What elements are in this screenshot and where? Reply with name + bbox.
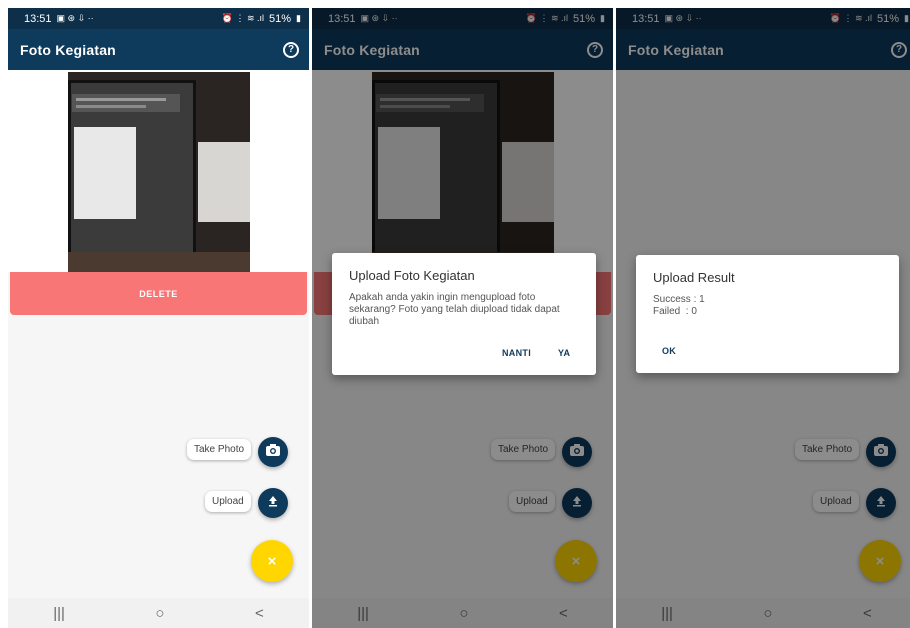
android-nav-bar: ||| ○ < bbox=[8, 598, 309, 628]
camera-icon bbox=[266, 443, 280, 461]
upload-icon bbox=[267, 494, 279, 512]
recent-apps-icon[interactable]: ||| bbox=[53, 605, 65, 622]
back-icon[interactable]: < bbox=[255, 605, 264, 622]
upload-fab-button[interactable] bbox=[258, 488, 288, 518]
home-icon[interactable]: ○ bbox=[155, 605, 164, 622]
content-area: DELETE Take Photo Upload × bbox=[8, 70, 309, 598]
app-bar: Foto Kegiatan ? bbox=[8, 29, 309, 70]
signal-icons: ⏰ ⋮ ≋ .ıl bbox=[221, 13, 265, 23]
close-fab-button[interactable]: × bbox=[251, 540, 293, 582]
success-count: Success : 1 bbox=[653, 294, 705, 305]
page-title: Foto Kegiatan bbox=[20, 41, 116, 58]
phone-screen-2: 13:51 ▣ ⊛ ⇩ ·· ⏰ ⋮ ≋ .ıl 51% ▮ Foto Kegi… bbox=[312, 8, 613, 628]
camera-fab-button[interactable] bbox=[258, 437, 288, 467]
notification-icons: ▣ ⊛ ⇩ ·· bbox=[56, 13, 94, 23]
delete-button[interactable]: DELETE bbox=[10, 272, 307, 315]
failed-count: Failed : 0 bbox=[653, 306, 697, 317]
phone-screen-3: 13:51 ▣ ⊛ ⇩ ·· ⏰ ⋮ ≋ .ıl 51% ▮ Foto Kegi… bbox=[616, 8, 910, 628]
confirm-button[interactable]: YA bbox=[558, 348, 570, 358]
upload-label[interactable]: Upload bbox=[205, 491, 251, 512]
battery-level: 51% bbox=[269, 12, 292, 25]
photo-area bbox=[8, 70, 309, 272]
activity-photo[interactable] bbox=[68, 72, 250, 272]
dialog-title: Upload Foto Kegiatan bbox=[349, 268, 475, 283]
dialog-title: Upload Result bbox=[653, 270, 735, 285]
help-icon[interactable]: ? bbox=[283, 41, 299, 58]
battery-icon: ▮ bbox=[296, 13, 301, 23]
phone-screen-1: 13:51 ▣ ⊛ ⇩ ·· ⏰ ⋮ ≋ .ıl 51% ▮ Foto Kegi… bbox=[8, 8, 309, 628]
cancel-button[interactable]: NANTI bbox=[502, 348, 531, 358]
status-time: 13:51 bbox=[24, 12, 52, 25]
take-photo-label[interactable]: Take Photo bbox=[187, 439, 252, 460]
dialog-message: Apakah anda yakin ingin mengupload foto … bbox=[349, 292, 560, 327]
ok-button[interactable]: OK bbox=[662, 346, 676, 356]
upload-result-dialog: Upload Result Success : 1 Failed : 0 OK bbox=[636, 255, 899, 373]
upload-confirm-dialog: Upload Foto Kegiatan Apakah anda yakin i… bbox=[332, 253, 596, 375]
status-bar: 13:51 ▣ ⊛ ⇩ ·· ⏰ ⋮ ≋ .ıl 51% ▮ bbox=[8, 8, 309, 29]
